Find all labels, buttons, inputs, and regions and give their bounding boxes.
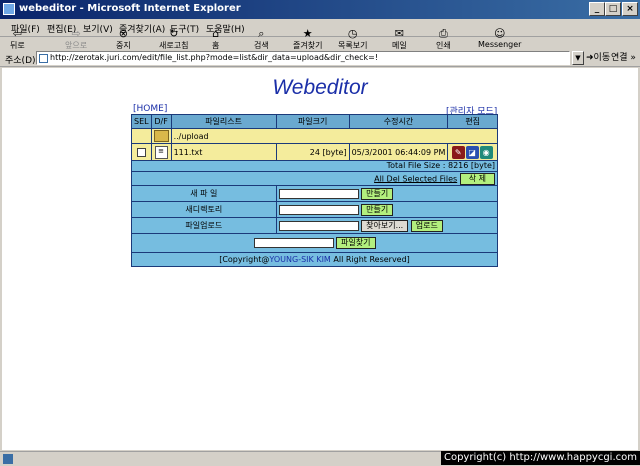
favorites-icon: ★ [302,27,313,40]
select-checkbox[interactable] [136,147,146,157]
edit-icon[interactable]: ✎ [451,145,465,159]
address-input[interactable]: http://zerotak.juri.com/edit/file_list.p… [36,51,570,65]
ie-logo-icon [3,3,15,15]
address-url: http://zerotak.juri.com/edit/file_list.p… [50,53,379,62]
address-dropdown-icon[interactable]: ▼ [572,51,584,65]
minimize-button[interactable]: _ [589,2,605,16]
total-size: Total File Size : 8216 [byte] [131,160,498,172]
search-icon: ⌕ [258,27,265,40]
upload-label: 파일업로드 [131,217,277,234]
download-icon[interactable]: ◉ [479,145,493,159]
history-icon: ◷ [347,27,358,40]
rename-icon[interactable]: ◪ [465,145,479,159]
delete-button[interactable]: 삭 제 [459,172,495,185]
mail-icon: ✉ [394,27,404,40]
search-input[interactable] [253,238,334,248]
print-icon: ⎙ [438,27,448,40]
refresh-icon: ↻ [169,27,179,40]
home-link[interactable]: [HOME] [133,104,167,114]
forward-arrow-icon: ⇨ [71,27,81,40]
new-file-label: 새 파 일 [131,185,277,202]
table-row: ≡ 111.txt 24 [byte] 05/3/2001 06:44:09 P… [131,143,498,161]
menu-view[interactable]: 보기(V) [83,22,113,35]
col-edit: 편집 [447,114,498,129]
upload-button[interactable]: 업로드 [410,219,443,232]
stop-icon: ⊗ [118,27,128,40]
new-file-input[interactable] [278,188,359,199]
file-modified: 05/3/2001 06:44:09 PM [348,143,449,161]
ie-status-icon [3,454,13,464]
go-button[interactable]: ➜이동 [586,51,610,65]
close-button[interactable]: × [622,2,638,16]
window-title: webeditor - Microsoft Internet Explorer [19,3,241,14]
new-dir-button[interactable]: 만들기 [361,203,394,216]
page-icon [39,54,48,63]
file-table: SEL D/F 파일리스트 파일크기 수정시간 편집 ../upload ≡ 1… [131,114,499,267]
page-title: Webeditor [272,76,368,99]
upload-input[interactable] [278,220,359,231]
col-sel: SEL [131,114,152,129]
browse-button[interactable]: 찾아보기... [361,219,409,232]
address-label: 주소(D) [5,56,36,66]
title-bar: webeditor - Microsoft Internet Explorer … [0,0,640,19]
back-arrow-icon: ⇦ [12,27,22,40]
go-label: 이동 [593,53,611,63]
new-dir-label: 새디렉토리 [131,201,277,218]
go-icon: ➜ [586,53,594,63]
messenger-icon: ☺ [493,27,506,40]
page-viewport: Webeditor [HOME] [관리자 모드] SEL D/F 파일리스트 … [2,68,638,450]
document-icon: ≡ [154,145,168,159]
new-file-button[interactable]: 만들기 [361,187,394,200]
search-button[interactable]: 파일찾기 [336,237,376,249]
col-modified: 수정시간 [348,114,449,129]
folder-link[interactable]: ../upload [170,128,499,144]
links-button[interactable]: 연결 » [611,51,636,65]
copyright-text: [Copyright@YOUNG-SIK KIM All Right Reser… [131,252,498,267]
home-icon: ⌂ [212,27,220,40]
file-size: 24 [byte] [275,143,350,161]
toolbar-label: Messenger [478,40,522,49]
file-link[interactable]: 111.txt [170,143,277,161]
table-header-row: SEL D/F 파일리스트 파일크기 수정시간 편집 [131,114,498,129]
col-filelist: 파일리스트 [170,114,277,129]
new-dir-input[interactable] [278,204,359,215]
folder-icon [153,130,169,142]
copyright-overlay: Copyright(c) http://www.happycgi.com [440,451,640,465]
author-link[interactable]: YOUNG-SIK KIM [269,255,330,264]
table-row: ../upload [131,128,499,144]
maximize-button[interactable]: □ [605,2,621,16]
col-df: D/F [150,114,172,129]
all-del-link[interactable]: All Del Selected Files [374,174,457,183]
col-size: 파일크기 [275,114,350,129]
